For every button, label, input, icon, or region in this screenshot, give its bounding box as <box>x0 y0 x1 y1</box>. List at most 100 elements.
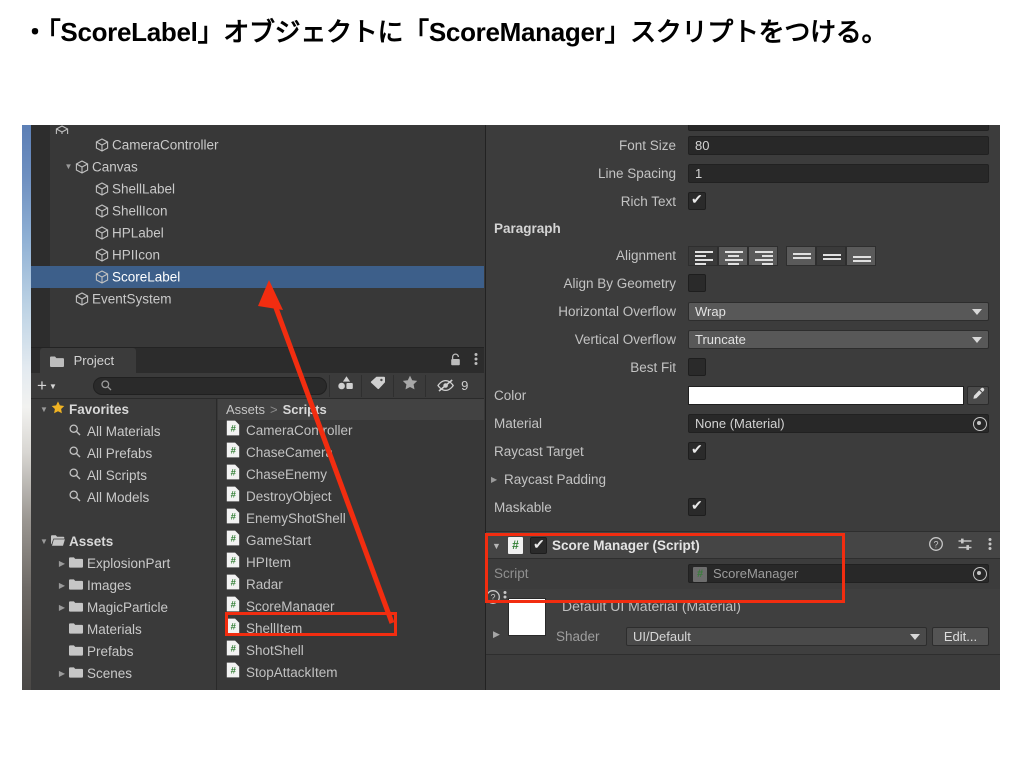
expand-arrow-icon[interactable]: ▶ <box>55 575 69 597</box>
asset-item-label: ChaseCamera <box>246 445 334 461</box>
folder-icon <box>69 575 87 597</box>
vertical-overflow-dropdown[interactable]: Truncate <box>688 330 989 349</box>
color-swatch[interactable] <box>688 386 964 405</box>
rich-text-checkbox[interactable] <box>688 191 706 210</box>
search-input[interactable] <box>93 377 327 395</box>
shader-label: Shader <box>556 629 600 644</box>
line-spacing-input[interactable]: 1 <box>688 164 989 183</box>
project-tree-item-all-models[interactable]: All Models <box>31 487 216 509</box>
asset-item-stopattackitem[interactable]: # StopAttackItem <box>218 662 484 684</box>
asset-item-cameracontroller[interactable]: # CameraController <box>218 420 484 442</box>
project-tree-item-scenes[interactable]: ▶ Scenes <box>31 663 216 685</box>
tab-project[interactable]: Project <box>40 348 137 373</box>
hierarchy-item-eventsystem[interactable]: EventSystem <box>31 288 484 310</box>
align-right-button[interactable] <box>748 246 778 266</box>
kebab-menu-icon[interactable] <box>988 533 992 561</box>
asset-item-chasecamera[interactable]: # ChaseCamera <box>218 442 484 464</box>
breadcrumb-current[interactable]: Scripts <box>283 402 327 417</box>
align-top-button[interactable] <box>786 246 816 266</box>
create-asset-button[interactable]: + ▼ <box>37 376 57 396</box>
favorite-star-icon[interactable] <box>393 375 425 397</box>
clipped-field[interactable] <box>688 125 989 131</box>
project-tree-item-favorites[interactable]: ▼ Favorites <box>31 399 216 421</box>
cs-script-icon: # <box>693 567 707 582</box>
asset-type-filter-icon[interactable] <box>329 375 361 397</box>
asset-item-gamestart[interactable]: # GameStart <box>218 530 484 552</box>
material-object-field[interactable]: None (Material) <box>688 414 989 433</box>
script-object-field[interactable]: # ScoreManager <box>688 564 989 583</box>
shader-dropdown[interactable]: UI/Default <box>626 627 927 646</box>
project-tree-item-assets[interactable]: ▼ Assets <box>31 531 216 553</box>
raycast-target-checkbox[interactable] <box>688 441 706 460</box>
preset-icon[interactable] <box>958 533 972 561</box>
asset-item-radar[interactable]: # Radar <box>218 574 484 596</box>
lock-icon[interactable] <box>450 349 461 374</box>
project-tree-item-all-materials[interactable]: All Materials <box>31 421 216 443</box>
project-tree-item-label: All Materials <box>87 424 161 439</box>
project-tree-item-prefabs[interactable]: Prefabs <box>31 641 216 663</box>
object-picker-icon[interactable] <box>973 567 987 581</box>
align-center-button[interactable] <box>718 246 748 266</box>
project-tree-item-all-prefabs[interactable]: All Prefabs <box>31 443 216 465</box>
inspector-spacer <box>486 522 1000 531</box>
align-middle-button[interactable] <box>816 246 846 266</box>
expand-arrow-icon[interactable]: ▼ <box>37 531 51 553</box>
expand-arrow-icon[interactable]: ▶ <box>55 597 69 619</box>
expand-arrow-icon[interactable]: ▶ <box>493 629 500 640</box>
project-tree-item-explosionpart[interactable]: ▶ ExplosionPart <box>31 553 216 575</box>
expand-arrow-icon[interactable]: ▶ <box>55 663 69 685</box>
hierarchy-item-cameracontroller[interactable]: CameraController <box>31 134 484 156</box>
svg-text:?: ? <box>490 592 495 602</box>
hierarchy-item-hplabel[interactable]: HPLabel <box>31 222 484 244</box>
hierarchy-item-canvas[interactable]: ▼ Canvas <box>31 156 484 178</box>
hierarchy-item-clipped[interactable] <box>31 125 484 134</box>
asset-item-shellitem[interactable]: # ShellItem <box>218 618 484 640</box>
score-manager-enabled-checkbox[interactable] <box>530 536 547 554</box>
label-filter-icon[interactable] <box>361 375 393 397</box>
help-icon[interactable]: ? <box>486 590 503 607</box>
asset-item-chaseenemy[interactable]: # ChaseEnemy <box>218 464 484 486</box>
expand-arrow-icon[interactable]: ▼ <box>62 156 75 178</box>
hidden-packages-icon[interactable]: 9 <box>425 375 479 397</box>
font-size-input[interactable]: 80 <box>688 136 989 155</box>
object-picker-icon[interactable] <box>973 417 987 431</box>
align-bottom-button[interactable] <box>846 246 876 266</box>
expand-arrow-icon[interactable]: ▶ <box>55 553 69 575</box>
hierarchy-item-scorelabel[interactable]: ScoreLabel <box>31 266 484 288</box>
align-by-geometry-checkbox[interactable] <box>688 274 706 292</box>
project-tree-item-images[interactable]: ▶ Images <box>31 575 216 597</box>
score-manager-component-header[interactable]: ▼ # Score Manager (Script) ? <box>486 531 1000 559</box>
color-label: Color <box>494 388 527 403</box>
asset-item-enemyshotshell[interactable]: # EnemyShotShell <box>218 508 484 530</box>
horizontal-overflow-dropdown[interactable]: Wrap <box>688 302 989 321</box>
asset-item-destroyobject[interactable]: # DestroyObject <box>218 486 484 508</box>
hierarchy-panel: CameraController ▼ Canvas ShellLabel ShellIc… <box>31 125 484 347</box>
best-fit-checkbox[interactable] <box>688 358 706 376</box>
project-tree-item-all-scripts[interactable]: All Scripts <box>31 465 216 487</box>
cube-icon <box>75 288 92 310</box>
align-left-button[interactable] <box>688 246 718 266</box>
hierarchy-item-shelllabel[interactable]: ShellLabel <box>31 178 484 200</box>
help-icon[interactable]: ? <box>928 533 943 561</box>
hierarchy-item-hpiicon[interactable]: HPIIcon <box>31 244 484 266</box>
plus-icon: + <box>37 376 47 395</box>
maskable-checkbox[interactable] <box>688 497 706 516</box>
expand-arrow-icon[interactable]: ▼ <box>37 399 51 421</box>
project-tree-item-label: Images <box>87 578 132 593</box>
asset-item-hpitem[interactable]: # HPItem <box>218 552 484 574</box>
collapse-arrow-icon[interactable]: ▼ <box>492 541 501 551</box>
shader-edit-button[interactable]: Edit... <box>932 627 989 646</box>
asset-item-shotshell[interactable]: # ShotShell <box>218 640 484 662</box>
hierarchy-item-shellicon[interactable]: ShellIcon <box>31 200 484 222</box>
inspector-panel: Font Size 80 Line Spacing 1 Rich Text Pa… <box>485 125 1000 690</box>
raycast-padding-label: Raycast Padding <box>504 472 607 487</box>
eyedropper-icon[interactable] <box>967 386 989 405</box>
project-tree-item-materials[interactable]: Materials <box>31 619 216 641</box>
breadcrumb-root[interactable]: Assets <box>226 402 265 417</box>
asset-item-label: ScoreManager <box>246 599 335 615</box>
kebab-menu-icon[interactable] <box>474 349 478 374</box>
svg-text:#: # <box>231 512 237 523</box>
kebab-menu-icon[interactable] <box>503 591 507 607</box>
asset-item-scoremanager[interactable]: # ScoreManager <box>218 596 484 618</box>
project-tree-item-magicparticle[interactable]: ▶ MagicParticle <box>31 597 216 619</box>
